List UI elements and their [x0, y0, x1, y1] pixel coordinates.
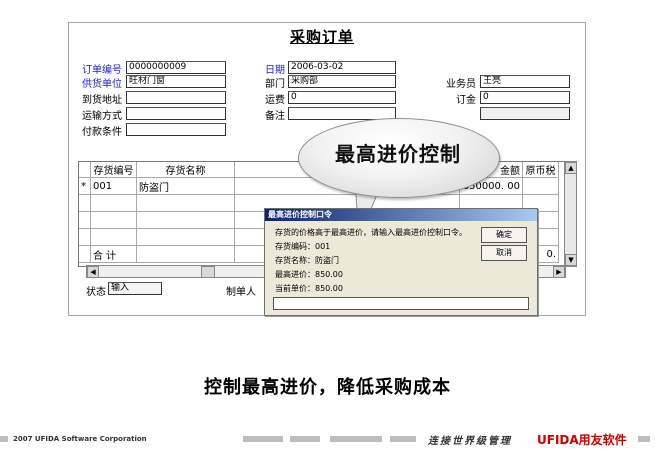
maker-label: 制单人 — [226, 287, 256, 298]
password-input[interactable] — [273, 297, 529, 310]
col-header-name[interactable]: 存货名称 — [136, 162, 235, 178]
callout-text: 最高进价控制 — [335, 142, 461, 166]
footer-bar-segment — [243, 436, 283, 442]
dialog-item-name: 存货名称：防盗门 — [275, 256, 339, 265]
scroll-right-icon[interactable]: ▶ — [553, 266, 565, 278]
footer-bar-segment — [330, 436, 382, 442]
dialog-max-price: 最高进价：850.00 — [275, 270, 343, 279]
transport-field[interactable] — [126, 107, 226, 120]
status-field: 输入 — [108, 282, 162, 295]
col-header-code[interactable]: 存货编号 — [90, 162, 137, 178]
salesperson-label: 业务员 — [446, 79, 476, 90]
order-no-label: 订单编号 — [82, 65, 122, 76]
scroll-thumb[interactable] — [201, 266, 215, 278]
freight-field[interactable]: 0 — [288, 91, 396, 104]
ufida-logo: UFIDA用友软件 — [537, 433, 627, 447]
cell-code[interactable]: 001 — [90, 177, 137, 195]
department-field[interactable]: 采购部 — [288, 75, 396, 88]
scroll-down-icon[interactable]: ▼ — [565, 254, 577, 266]
total-label: 合 计 — [90, 245, 137, 263]
ship-to-field[interactable] — [126, 91, 226, 104]
slide-caption: 控制最高进价，降低采购成本 — [204, 377, 451, 398]
cell-name[interactable]: 防盗门 — [136, 177, 235, 195]
footer-copyright: 2007 UFIDA Software Corporation — [13, 435, 147, 443]
cell-tax[interactable] — [522, 177, 559, 195]
ship-to-label: 到货地址 — [82, 95, 122, 106]
footer-bar-right — [638, 436, 650, 442]
dialog-item-code: 存货编码：001 — [275, 242, 331, 251]
footer-bar-left — [0, 436, 8, 442]
row-marker-header — [79, 162, 91, 178]
deposit-field[interactable]: 0 — [480, 91, 570, 104]
dialog-message: 存货的价格高于最高进价，请输入最高进价控制口令。 — [275, 228, 467, 237]
payment-label: 付款条件 — [82, 127, 122, 138]
date-field[interactable]: 2006-03-02 — [288, 61, 396, 74]
row-marker: * — [79, 177, 91, 195]
deposit-label: 订金 — [456, 95, 476, 106]
remark-label: 备注 — [265, 111, 285, 122]
footer-slogan: 连接世界级管理 — [428, 436, 512, 447]
payment-field[interactable] — [126, 123, 226, 136]
freight-label: 运费 — [265, 95, 285, 106]
transport-label: 运输方式 — [82, 111, 122, 122]
date-label: 日期 — [265, 65, 285, 76]
department-label: 部门 — [265, 79, 285, 90]
dialog-current-price: 当前单价：850.00 — [275, 284, 343, 293]
footer-bar-segment — [290, 436, 320, 442]
form-title: 采购订单 — [290, 28, 355, 46]
footer-bar-segment — [390, 436, 416, 442]
scroll-up-icon[interactable]: ▲ — [565, 162, 577, 174]
grid-vertical-scrollbar[interactable]: ▲ ▼ — [564, 161, 577, 267]
col-header-tax[interactable]: 原币税 — [522, 162, 559, 178]
ok-button[interactable]: 确定 — [481, 227, 527, 243]
supplier-field[interactable]: 旺材门窗 — [126, 75, 226, 88]
dialog-title: 最高进价控制口令 — [265, 209, 537, 221]
cancel-button[interactable]: 取消 — [481, 245, 527, 261]
supplier-label: 供货单位 — [82, 79, 122, 90]
scroll-left-icon[interactable]: ◀ — [87, 266, 99, 278]
status-label: 状态 — [86, 287, 106, 298]
blank-field[interactable] — [480, 107, 570, 120]
order-no-field[interactable]: 0000000009 — [126, 61, 226, 74]
salesperson-field[interactable]: 王亮 — [480, 75, 570, 88]
